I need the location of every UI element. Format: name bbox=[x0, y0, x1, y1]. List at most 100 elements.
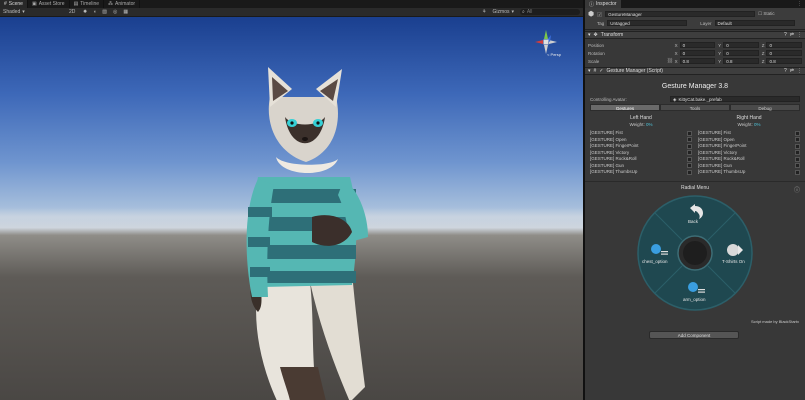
left-hand-column: Left Hand Weight: 0% [GESTURE] Fist [GES… bbox=[590, 115, 692, 176]
radial-menu-header: Radial Menu ⓘ bbox=[585, 185, 805, 194]
scale-z-field[interactable]: 0.8 bbox=[766, 58, 802, 64]
tab-scene[interactable]: # Scene bbox=[0, 0, 28, 8]
position-z-field[interactable]: 0 bbox=[766, 42, 802, 48]
list-icon bbox=[698, 289, 705, 291]
gear-icon bbox=[651, 244, 661, 254]
script-enabled-checkbox[interactable]: ✓ bbox=[599, 68, 603, 74]
section-divider bbox=[585, 180, 805, 182]
scene-toolbar: Shaded ▾ 2D ✹ ◖ ▨ ◎ ▦ ⚘ Gizmos ▾ ⌕ All bbox=[0, 8, 583, 17]
avatar-character[interactable] bbox=[240, 67, 380, 400]
add-component-button[interactable]: Add Component bbox=[649, 331, 739, 339]
tab-timeline[interactable]: ▤ Timeline bbox=[70, 0, 105, 8]
scene-tab-bar: # Scene ▣ Asset Store ▤ Timeline ⁂ Anima… bbox=[0, 0, 583, 8]
menu-dots-icon[interactable]: ⋮ bbox=[797, 68, 805, 74]
camera-settings-button[interactable]: ⚘ bbox=[482, 9, 486, 15]
hidden-objects-toggle[interactable]: ◎ bbox=[113, 9, 117, 15]
tab-animator[interactable]: ⁂ Animator bbox=[104, 0, 141, 8]
gesture-manager-title: Gesture Manager 3.8 bbox=[661, 83, 729, 90]
left-gesture-checkbox[interactable] bbox=[687, 137, 692, 142]
x-label: X bbox=[674, 42, 678, 48]
scene-search-input[interactable]: ⌕ All bbox=[520, 9, 580, 15]
rotation-x-field[interactable]: 0 bbox=[679, 50, 716, 56]
menu-dots-icon[interactable]: ⋮ bbox=[797, 0, 805, 8]
left-gesture-checkbox[interactable] bbox=[687, 169, 692, 175]
tab-asset-store[interactable]: ▣ Asset Store bbox=[28, 0, 70, 8]
right-gesture-checkbox[interactable] bbox=[795, 130, 800, 136]
right-gesture-checkbox[interactable] bbox=[795, 143, 800, 149]
grid-toggle[interactable]: ▦ bbox=[123, 9, 128, 15]
menu-dots-icon[interactable]: ⋮ bbox=[797, 32, 805, 38]
left-gesture-checkbox[interactable] bbox=[687, 150, 692, 155]
tab-gestures[interactable]: Gestures bbox=[590, 104, 660, 111]
script-icon: # bbox=[593, 68, 597, 74]
gizmos-dropdown[interactable]: Gizmos ▾ bbox=[493, 9, 514, 15]
transform-body: Position X0 Y0 Z0 Rotation X0 Y0 Z0 Scal… bbox=[585, 39, 805, 67]
search-icon: ⌕ bbox=[522, 9, 525, 15]
right-gesture-checkbox[interactable] bbox=[795, 156, 800, 162]
left-gesture-row[interactable]: [GESTURE] ThumbsUp bbox=[590, 169, 692, 176]
position-x-field[interactable]: 0 bbox=[679, 42, 716, 48]
preset-icon[interactable]: ⇌ bbox=[790, 32, 794, 38]
radial-label-tshirts: T-Shirts On bbox=[722, 259, 745, 264]
radial-settings-icon[interactable]: ⓘ bbox=[794, 185, 800, 194]
gizmo-neg-x-axis[interactable] bbox=[549, 40, 557, 44]
right-gesture-checkbox[interactable] bbox=[795, 169, 800, 175]
rotation-y-field[interactable]: 0 bbox=[723, 50, 759, 56]
right-hand-weight: Weight: 0% bbox=[737, 122, 761, 127]
static-checkbox[interactable]: ☐ Static bbox=[758, 11, 775, 17]
position-label: Position bbox=[588, 42, 605, 48]
audio-toggle[interactable]: ◖ bbox=[93, 9, 96, 15]
gizmo-center[interactable] bbox=[543, 39, 549, 45]
preset-icon[interactable]: ⇌ bbox=[790, 68, 794, 74]
controlling-avatar-label: Controlling Avatar: bbox=[590, 96, 627, 102]
link-icon[interactable]: ⛓ bbox=[667, 58, 675, 64]
avatar-nose bbox=[302, 137, 308, 141]
layer-dropdown[interactable]: Default bbox=[714, 20, 795, 26]
animator-icon: ⁂ bbox=[108, 1, 114, 7]
left-gesture-checkbox[interactable] bbox=[687, 163, 692, 168]
shading-mode-dropdown[interactable]: Shaded ▾ bbox=[3, 9, 63, 15]
right-gesture-row[interactable]: [GESTURE] ThumbsUp bbox=[698, 169, 800, 176]
avatar-right-pupil bbox=[316, 121, 320, 125]
left-hand-title: Left Hand bbox=[630, 115, 652, 121]
scale-y-field[interactable]: 0.8 bbox=[723, 58, 759, 64]
left-gesture-checkbox[interactable] bbox=[687, 156, 692, 162]
rotation-z-field[interactable]: 0 bbox=[766, 50, 802, 56]
scene-viewport[interactable]: < Persp bbox=[0, 17, 583, 400]
sleeve-stripe bbox=[250, 267, 270, 277]
script-header[interactable]: ▾ # ✓ Gesture Manager (Script) ? ⇌ ⋮ bbox=[585, 67, 805, 75]
mode-2d-toggle[interactable]: 2D bbox=[69, 9, 77, 15]
active-checkbox[interactable]: ✓ bbox=[597, 11, 603, 17]
shirt-toggle-icon bbox=[727, 244, 739, 256]
scale-x-field[interactable]: 0.8 bbox=[679, 58, 716, 64]
left-gesture-checkbox[interactable] bbox=[687, 143, 692, 149]
controlling-avatar-field[interactable]: ◈ KittyCat.bake._prefab bbox=[670, 96, 800, 102]
transform-header[interactable]: ▾ ✥ Transform ? ⇌ ⋮ bbox=[585, 31, 805, 39]
projection-label[interactable]: < Persp bbox=[547, 52, 561, 57]
y-label: Y bbox=[718, 42, 722, 48]
right-gesture-checkbox[interactable] bbox=[795, 137, 800, 142]
position-y-field[interactable]: 0 bbox=[723, 42, 759, 48]
object-name-field[interactable]: GestureManager bbox=[605, 11, 756, 17]
tab-debug[interactable]: Debug bbox=[730, 104, 800, 111]
gizmo-x-axis[interactable] bbox=[535, 40, 543, 44]
right-gesture-checkbox[interactable] bbox=[795, 163, 800, 168]
help-icon[interactable]: ? bbox=[784, 32, 787, 38]
right-gesture-checkbox[interactable] bbox=[795, 150, 800, 155]
radial-menu[interactable] bbox=[637, 195, 753, 311]
shirt-stripe bbox=[254, 245, 356, 259]
radial-center-inner bbox=[683, 241, 707, 265]
x-label: X bbox=[674, 50, 678, 56]
effects-toggle[interactable]: ▨ bbox=[102, 9, 107, 15]
help-icon[interactable]: ? bbox=[784, 68, 787, 74]
chevron-down-icon: ▾ bbox=[22, 9, 25, 15]
left-gesture-checkbox[interactable] bbox=[687, 130, 692, 136]
tag-label: Tag bbox=[597, 20, 605, 26]
credit-text: Script made by BlackStartx bbox=[750, 319, 799, 324]
gizmo-y-axis[interactable] bbox=[544, 30, 548, 39]
tag-dropdown[interactable]: Untagged bbox=[607, 20, 688, 26]
tab-tools[interactable]: Tools bbox=[660, 104, 730, 111]
tab-inspector[interactable]: ⓘ Inspector bbox=[585, 0, 621, 8]
static-label: Static bbox=[763, 11, 775, 16]
lighting-toggle[interactable]: ✹ bbox=[83, 9, 87, 15]
